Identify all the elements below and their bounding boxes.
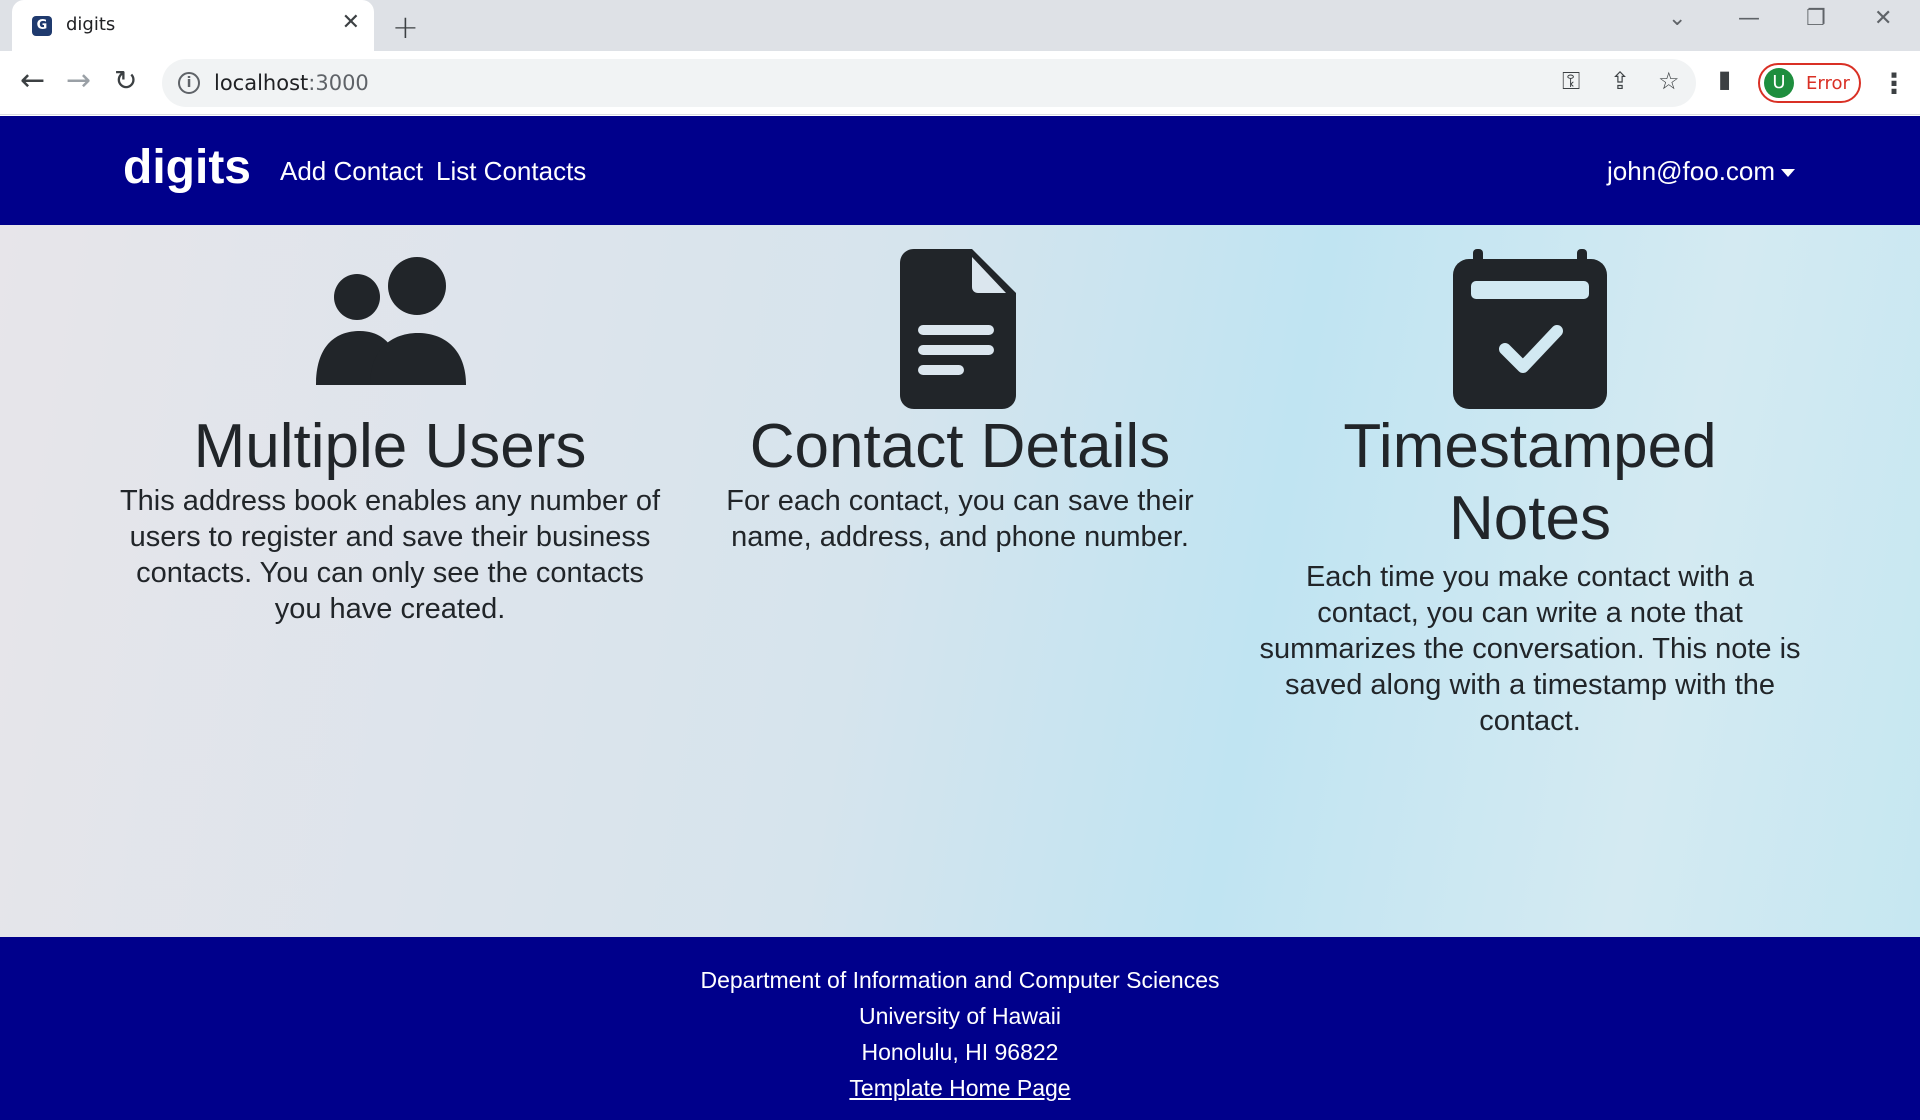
user-dropdown[interactable]: john@foo.com [1607, 156, 1796, 187]
nav-list-contacts[interactable]: List Contacts [436, 156, 586, 187]
new-tab-icon[interactable]: + [392, 8, 419, 46]
footer-address: Honolulu, HI 96822 [861, 1039, 1059, 1065]
nav-add-contact[interactable]: Add Contact [280, 156, 423, 187]
people-icon [316, 257, 466, 385]
tab-close-icon[interactable]: ✕ [342, 10, 360, 35]
user-email: john@foo.com [1607, 156, 1776, 186]
key-icon[interactable]: ⚿ [1562, 67, 1580, 95]
caret-down-icon [1781, 169, 1796, 178]
feature-contact-details: Contact Details For each contact, you ca… [680, 225, 1240, 555]
favicon-icon: G [32, 16, 52, 36]
forward-icon[interactable]: → [66, 63, 91, 99]
feature-title: Multiple Users [193, 412, 587, 481]
share-icon[interactable]: ⇪ [1610, 67, 1630, 95]
calendar-check-icon [1453, 249, 1607, 409]
file-text-icon [900, 249, 1016, 409]
reload-icon[interactable]: ↻ [114, 63, 137, 99]
restore-icon[interactable]: ❐ [1806, 6, 1826, 31]
profile-status: Error [1806, 73, 1850, 94]
window-close-icon[interactable]: ✕ [1874, 6, 1892, 31]
landing-main: Multiple Users This address book enables… [0, 225, 1920, 937]
browser-toolbar: ← → ↻ i localhost:3000 ⚿ ⇪ ☆ ▮ U Error ⋮ [0, 51, 1920, 115]
footer-university: University of Hawaii [859, 1003, 1061, 1029]
template-home-link[interactable]: Template Home Page [849, 1075, 1070, 1101]
tab-search-icon[interactable]: ⌄ [1668, 6, 1686, 31]
feature-timestamped-notes: Timestamped Notes Each time you make con… [1250, 225, 1810, 739]
avatar: U [1764, 68, 1794, 98]
feature-multiple-users: Multiple Users This address book enables… [110, 225, 670, 627]
bookmark-star-icon[interactable]: ☆ [1658, 67, 1680, 95]
site-navbar: digits Add Contact List Contacts john@fo… [0, 116, 1920, 225]
browser-tab[interactable]: G digits ✕ [12, 0, 374, 51]
feature-text: Each time you make contact with a contac… [1259, 561, 1801, 737]
menu-kebab-icon[interactable]: ⋮ [1880, 67, 1908, 100]
side-panel-icon[interactable]: ▮ [1718, 65, 1731, 93]
feature-title: Contact Details [749, 412, 1171, 481]
tab-title: digits [66, 14, 116, 35]
site-info-icon[interactable]: i [178, 72, 200, 94]
brand-logo[interactable]: digits [123, 140, 251, 195]
address-bar[interactable]: i localhost:3000 ⚿ ⇪ ☆ [162, 59, 1696, 107]
site-footer: Department of Information and Computer S… [0, 937, 1920, 1120]
feature-title: Timestamped Notes [1343, 412, 1717, 553]
minimize-icon[interactable]: — [1738, 6, 1760, 31]
back-icon[interactable]: ← [20, 63, 45, 99]
feature-text: This address book enables any number of … [119, 485, 661, 625]
browser-tabstrip: G digits ✕ + ⌄ — ❐ ✕ [0, 0, 1920, 51]
footer-department: Department of Information and Computer S… [700, 967, 1220, 993]
url-text[interactable]: localhost:3000 [214, 71, 369, 95]
profile-button[interactable]: U Error [1758, 63, 1861, 103]
feature-text: For each contact, you can save their nam… [726, 485, 1194, 553]
